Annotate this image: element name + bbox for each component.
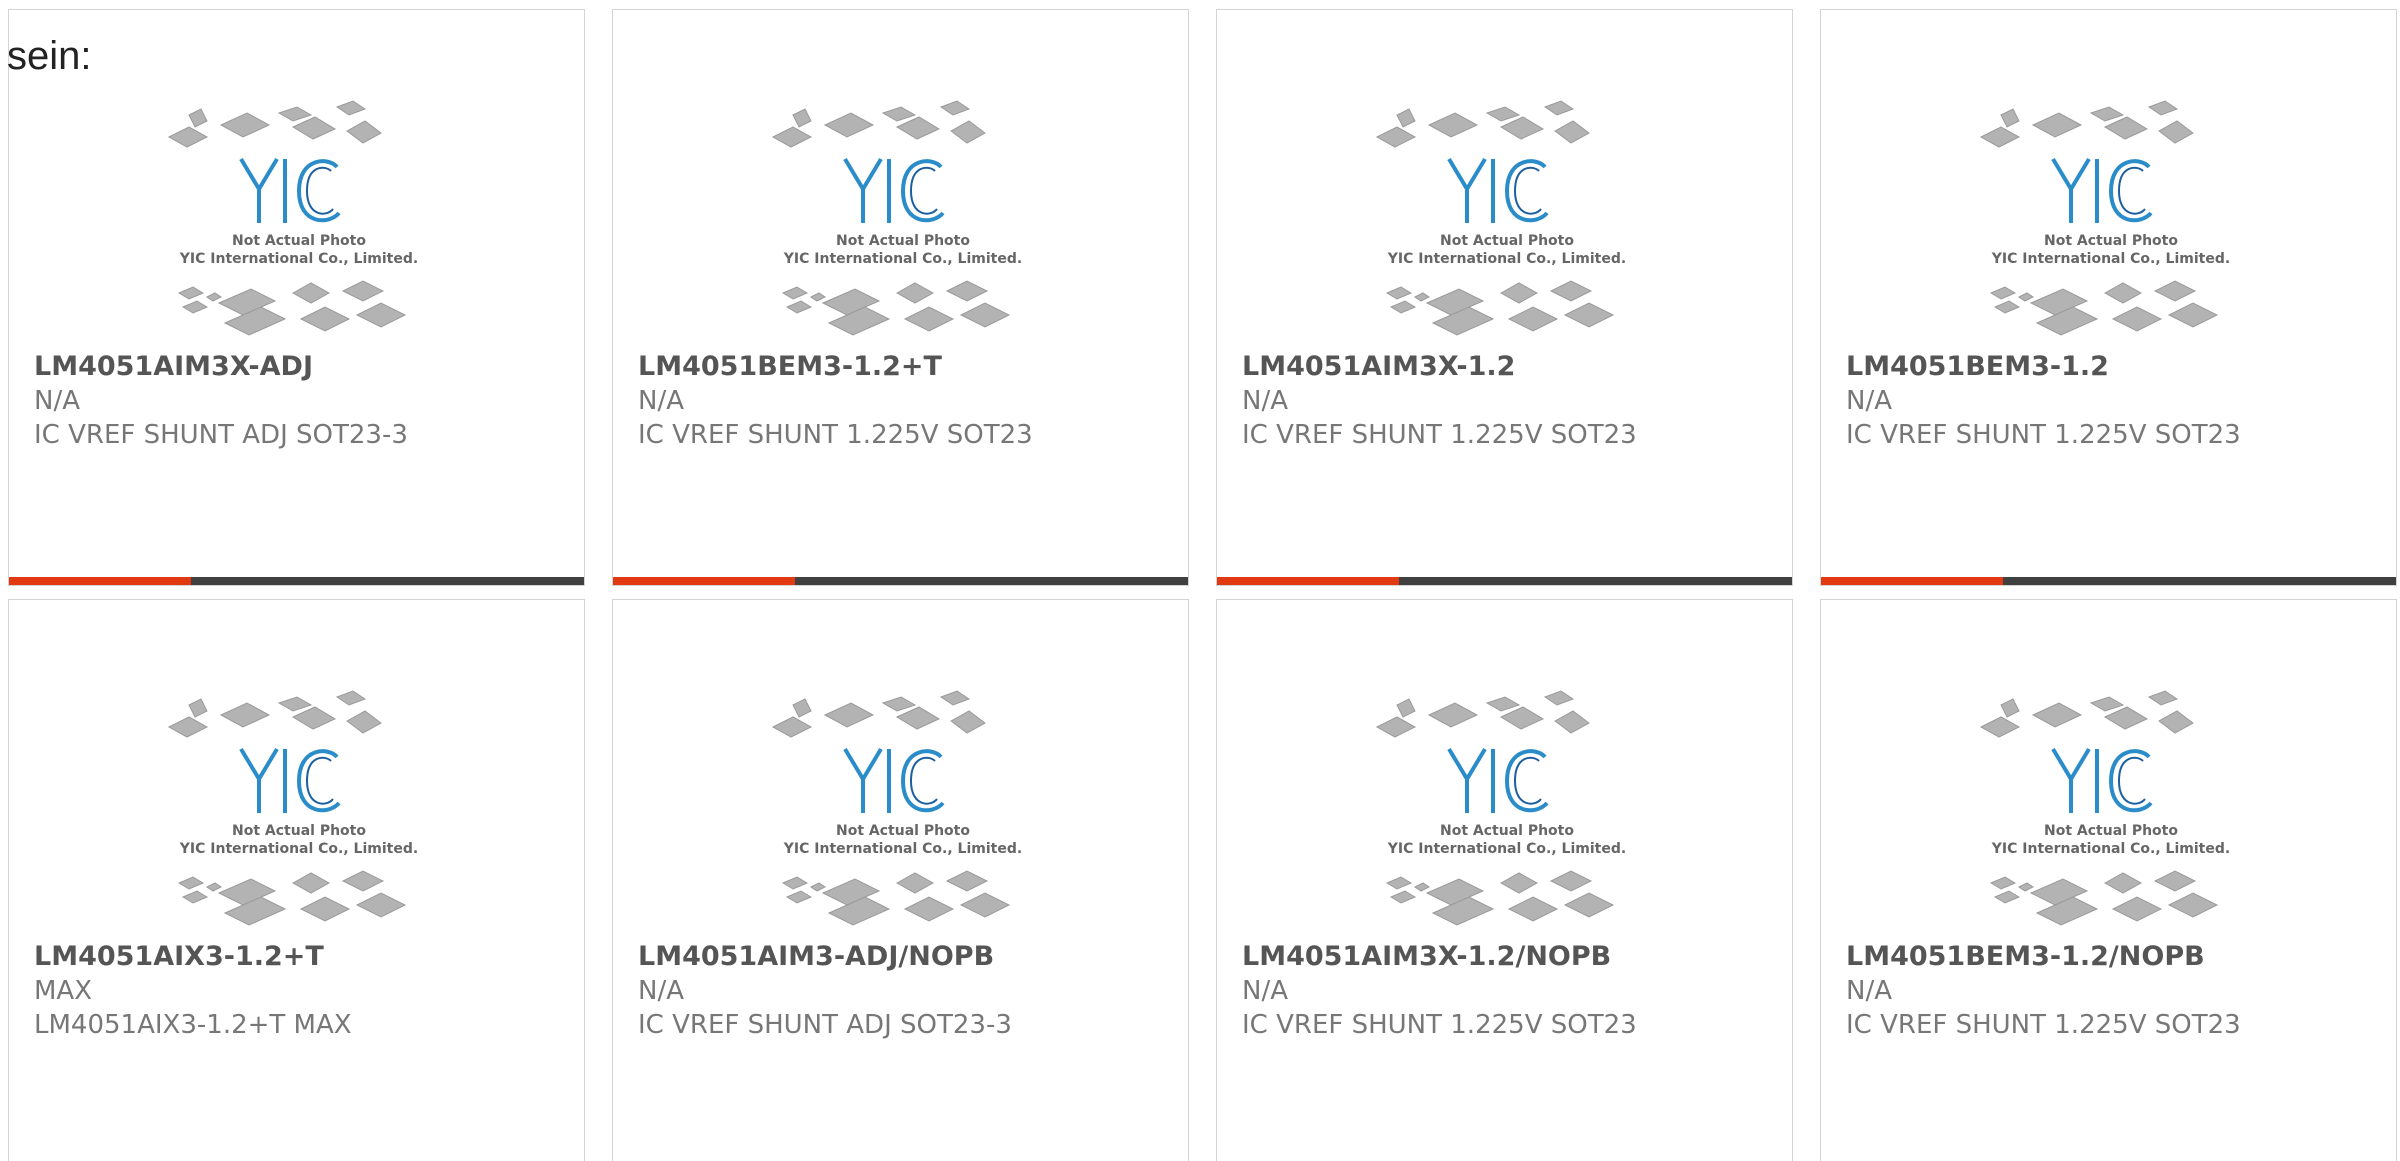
card-bar-accent [1217,577,1399,585]
product-info: LM4051AIM3X-1.2/NOPB N/A IC VREF SHUNT 1… [1242,940,1772,1042]
part-number[interactable]: LM4051AIM3X-1.2/NOPB [1242,940,1772,974]
product-card[interactable]: Not Actual Photo YIC International Co., … [1820,9,2397,586]
placeholder-line1: Not Actual Photo [2044,233,2178,249]
ic-packages-icon: Not Actual Photo YIC International Co., … [1375,690,1626,926]
placeholder-line2: YIC International Co., Limited. [1991,251,2230,267]
placeholder-line2: YIC International Co., Limited. [1387,251,1626,267]
card-bottom-bar [613,577,1188,585]
product-card[interactable]: Not Actual Photo YIC International Co., … [612,9,1189,586]
part-number[interactable]: LM4051AIM3X-1.2 [1242,350,1772,384]
card-bottom-bar [1821,577,2396,585]
ic-packages-icon: Not Actual Photo YIC International Co., … [1979,100,2230,336]
manufacturer: N/A [1242,386,1288,416]
card-bottom-bar [9,577,584,585]
manufacturer: N/A [638,386,684,416]
placeholder-line1: Not Actual Photo [232,823,366,839]
placeholder-line2: YIC International Co., Limited. [783,841,1022,857]
product-grid: Not Actual Photo YIC International Co., … [8,9,2397,1161]
product-info: LM4051BEM3-1.2/NOPB N/A IC VREF SHUNT 1.… [1846,940,2376,1042]
part-number[interactable]: LM4051AIM3X-ADJ [34,350,564,384]
card-bar-rest [795,577,1188,585]
manufacturer: N/A [1846,386,1892,416]
placeholder-line1: Not Actual Photo [1440,233,1574,249]
part-number[interactable]: LM4051BEM3-1.2+T [638,350,1168,384]
product-info: LM4051BEM3-1.2+T N/A IC VREF SHUNT 1.225… [638,350,1168,452]
manufacturer: N/A [1242,976,1288,1006]
manufacturer: MAX [34,976,93,1006]
placeholder-line2: YIC International Co., Limited. [1991,841,2230,857]
ic-packages-icon: Not Actual Photo YIC International Co., … [167,690,418,926]
part-number[interactable]: LM4051AIX3-1.2+T [34,940,564,974]
card-bottom-bar [1217,577,1792,585]
card-bar-rest [2003,577,2396,585]
card-bar-accent [613,577,795,585]
placeholder-line1: Not Actual Photo [232,233,366,249]
product-info: LM4051BEM3-1.2 N/A IC VREF SHUNT 1.225V … [1846,350,2376,452]
page: sein: Not Actual Photo YIC International… [0,0,2400,1161]
product-card[interactable]: Not Actual Photo YIC International Co., … [8,9,585,586]
ic-packages-icon: Not Actual Photo YIC International Co., … [771,690,1022,926]
ic-packages-icon: Not Actual Photo YIC International Co., … [771,100,1022,336]
manufacturer: N/A [638,976,684,1006]
ic-packages-icon: Not Actual Photo YIC International Co., … [1375,100,1626,336]
product-info: LM4051AIX3-1.2+T MAX LM4051AIX3-1.2+T MA… [34,940,564,1042]
part-number[interactable]: LM4051AIM3-ADJ/NOPB [638,940,1168,974]
lead-text: sein: [7,34,92,78]
product-description: IC VREF SHUNT ADJ SOT23-3 [638,1010,1012,1040]
manufacturer: N/A [34,386,80,416]
product-info: LM4051AIM3X-ADJ N/A IC VREF SHUNT ADJ SO… [34,350,564,452]
product-card[interactable]: Not Actual Photo YIC International Co., … [1216,9,1793,586]
product-photo-placeholder: Not Actual Photo YIC International Co., … [159,685,439,935]
product-card[interactable]: Not Actual Photo YIC International Co., … [8,599,585,1161]
product-card[interactable]: Not Actual Photo YIC International Co., … [1216,599,1793,1161]
card-bar-accent [1821,577,2003,585]
ic-packages-icon: Not Actual Photo YIC International Co., … [167,100,418,336]
placeholder-line2: YIC International Co., Limited. [179,251,418,267]
product-description: IC VREF SHUNT 1.225V SOT23 [1846,1010,2241,1040]
card-bar-rest [1399,577,1792,585]
product-photo-placeholder: Not Actual Photo YIC International Co., … [1971,95,2251,345]
placeholder-line2: YIC International Co., Limited. [1387,841,1626,857]
part-number[interactable]: LM4051BEM3-1.2/NOPB [1846,940,2376,974]
placeholder-line1: Not Actual Photo [1440,823,1574,839]
product-description: IC VREF SHUNT 1.225V SOT23 [1242,420,1637,450]
part-number[interactable]: LM4051BEM3-1.2 [1846,350,2376,384]
product-card[interactable]: Not Actual Photo YIC International Co., … [612,599,1189,1161]
product-photo-placeholder: Not Actual Photo YIC International Co., … [1367,95,1647,345]
placeholder-line1: Not Actual Photo [2044,823,2178,839]
product-photo-placeholder: Not Actual Photo YIC International Co., … [1367,685,1647,935]
placeholder-line2: YIC International Co., Limited. [783,251,1022,267]
product-photo-placeholder: Not Actual Photo YIC International Co., … [1971,685,2251,935]
product-description: IC VREF SHUNT 1.225V SOT23 [638,420,1033,450]
card-bar-accent [9,577,191,585]
placeholder-line1: Not Actual Photo [836,823,970,839]
product-info: LM4051AIM3X-1.2 N/A IC VREF SHUNT 1.225V… [1242,350,1772,452]
product-photo-placeholder: Not Actual Photo YIC International Co., … [159,95,439,345]
manufacturer: N/A [1846,976,1892,1006]
product-card[interactable]: Not Actual Photo YIC International Co., … [1820,599,2397,1161]
product-description: LM4051AIX3-1.2+T MAX [34,1010,352,1040]
product-photo-placeholder: Not Actual Photo YIC International Co., … [763,95,1043,345]
card-bar-rest [191,577,584,585]
product-description: IC VREF SHUNT 1.225V SOT23 [1846,420,2241,450]
ic-packages-icon: Not Actual Photo YIC International Co., … [1979,690,2230,926]
product-description: IC VREF SHUNT ADJ SOT23-3 [34,420,408,450]
placeholder-line1: Not Actual Photo [836,233,970,249]
placeholder-line2: YIC International Co., Limited. [179,841,418,857]
product-description: IC VREF SHUNT 1.225V SOT23 [1242,1010,1637,1040]
product-photo-placeholder: Not Actual Photo YIC International Co., … [763,685,1043,935]
product-info: LM4051AIM3-ADJ/NOPB N/A IC VREF SHUNT AD… [638,940,1168,1042]
